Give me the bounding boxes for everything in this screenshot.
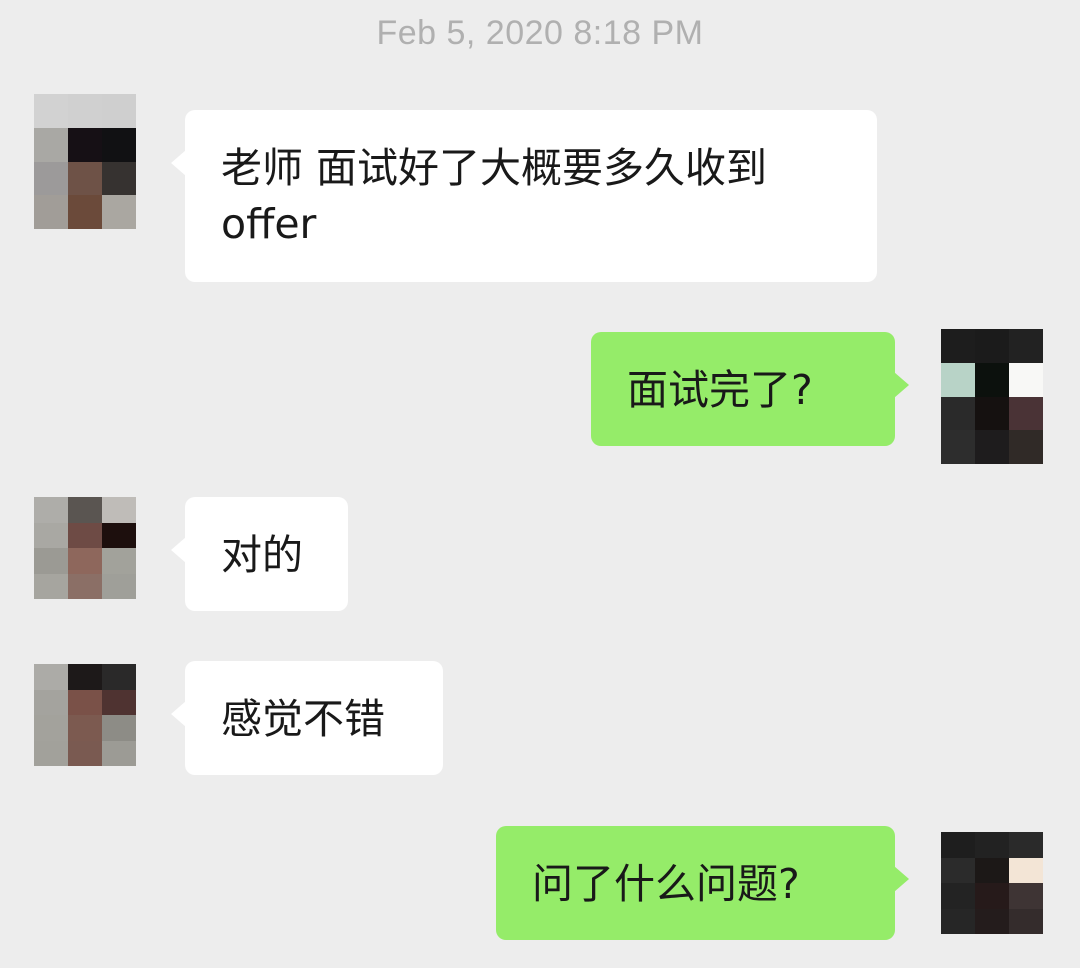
message-text: 对的 xyxy=(221,531,303,579)
avatar-mosaic-block xyxy=(975,832,1009,858)
avatar-mosaic-block xyxy=(34,664,68,690)
avatar-mosaic-block xyxy=(34,715,68,741)
avatar-mosaic-block xyxy=(34,94,68,128)
avatar-mosaic-block xyxy=(975,908,1009,934)
avatar-mosaic-block xyxy=(102,522,136,548)
avatar-mosaic-block xyxy=(941,857,975,883)
avatar-mosaic-block xyxy=(68,127,102,162)
avatar-mosaic-block xyxy=(34,127,68,162)
avatar-mosaic-block xyxy=(34,548,68,574)
message-text: 面试完了? xyxy=(627,366,813,414)
avatar-mosaic-block xyxy=(941,832,975,858)
timestamp: Feb 5, 2020 8:18 PM xyxy=(376,14,704,52)
outgoing-message-bubble[interactable]: 问了什么问题? xyxy=(496,826,909,940)
avatar-mosaic-block xyxy=(102,715,136,741)
avatar-mosaic-block xyxy=(975,329,1009,363)
bubble-tail xyxy=(894,372,909,398)
incoming-message-bubble[interactable]: 感觉不错 xyxy=(171,661,443,775)
avatar-mosaic-block xyxy=(68,740,102,766)
avatar-mosaic-block xyxy=(1009,396,1043,431)
avatar-mosaic-block xyxy=(68,161,102,196)
avatar-mosaic-block xyxy=(941,396,975,431)
avatar-mosaic-block xyxy=(68,664,102,690)
avatar-mosaic-block xyxy=(941,908,975,934)
avatar-mosaic-block xyxy=(975,430,1009,464)
bubble-tail xyxy=(894,866,909,892)
avatar-mosaic-block xyxy=(975,362,1009,397)
avatar-mosaic-block xyxy=(1009,908,1043,934)
avatar-mosaic-block xyxy=(68,94,102,128)
avatar-mosaic-block xyxy=(102,161,136,196)
avatar-mosaic-block xyxy=(102,127,136,162)
bubble-tail xyxy=(171,150,186,176)
avatar-mosaic-block xyxy=(102,94,136,128)
avatar-mosaic-block xyxy=(102,664,136,690)
avatar-mosaic-block xyxy=(68,715,102,741)
avatar-mosaic-block xyxy=(34,161,68,196)
message-text: 感觉不错 xyxy=(221,695,385,743)
avatar-mosaic-block xyxy=(102,689,136,715)
avatar-mosaic-block xyxy=(34,573,68,599)
avatar-mosaic-block xyxy=(34,195,68,229)
bubble-tail xyxy=(171,537,186,563)
avatar-mosaic-block xyxy=(34,497,68,523)
self-avatar[interactable] xyxy=(941,329,1043,464)
avatar-mosaic-block xyxy=(1009,362,1043,397)
avatar-mosaic-block xyxy=(1009,857,1043,883)
avatar-mosaic-block xyxy=(102,195,136,229)
avatar-mosaic-block xyxy=(34,522,68,548)
incoming-message-bubble[interactable]: 对的 xyxy=(171,497,348,611)
contact-avatar[interactable] xyxy=(34,497,136,599)
avatar-mosaic-block xyxy=(975,883,1009,909)
avatar-mosaic-block xyxy=(941,883,975,909)
avatar-mosaic-block xyxy=(975,857,1009,883)
avatar-mosaic-block xyxy=(102,573,136,599)
message-text: 老师 面试好了大概要多久收到 offer xyxy=(221,144,768,248)
self-avatar[interactable] xyxy=(941,832,1043,934)
contact-avatar[interactable] xyxy=(34,664,136,766)
contact-avatar[interactable] xyxy=(34,94,136,229)
avatar-mosaic-block xyxy=(102,497,136,523)
avatar-mosaic-block xyxy=(68,497,102,523)
avatar-mosaic-block xyxy=(975,396,1009,431)
avatar-mosaic-block xyxy=(1009,883,1043,909)
avatar-mosaic-block xyxy=(68,522,102,548)
avatar-mosaic-block xyxy=(1009,832,1043,858)
avatar-mosaic-block xyxy=(941,362,975,397)
avatar-mosaic-block xyxy=(68,689,102,715)
avatar-mosaic-block xyxy=(941,430,975,464)
avatar-mosaic-block xyxy=(1009,430,1043,464)
message-text: 问了什么问题? xyxy=(532,860,800,908)
incoming-message-bubble[interactable]: 老师 面试好了大概要多久收到 offer xyxy=(171,110,877,282)
avatar-mosaic-block xyxy=(68,573,102,599)
avatar-mosaic-block xyxy=(34,689,68,715)
avatar-mosaic-block xyxy=(941,329,975,363)
avatar-mosaic-block xyxy=(34,740,68,766)
avatar-mosaic-block xyxy=(1009,329,1043,363)
avatar-mosaic-block xyxy=(68,195,102,229)
bubble-tail xyxy=(171,701,186,727)
avatar-mosaic-block xyxy=(102,548,136,574)
outgoing-message-bubble[interactable]: 面试完了? xyxy=(591,332,909,446)
avatar-mosaic-block xyxy=(102,740,136,766)
avatar-mosaic-block xyxy=(68,548,102,574)
